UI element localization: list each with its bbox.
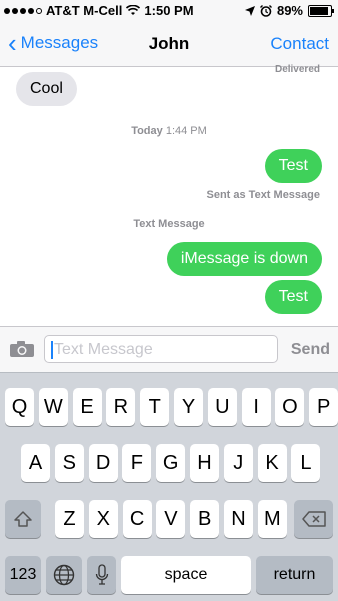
alarm-clock-icon <box>259 4 272 17</box>
key-g[interactable]: G <box>156 444 186 482</box>
message-input-bar: Text Message Send <box>0 326 338 373</box>
key-w[interactable]: W <box>38 388 68 426</box>
timestamp-time: 1:44 PM <box>165 125 207 137</box>
key-r[interactable]: R <box>106 388 136 426</box>
return-key[interactable]: return <box>256 556 333 594</box>
shift-arrow-icon <box>14 511 32 527</box>
numbers-key[interactable]: 123 <box>5 556 41 594</box>
message-text-field[interactable]: Text Message <box>44 335 278 363</box>
delivered-status: Delivered <box>274 64 320 75</box>
status-bar: AT&T M-Cell 1:50 PM 89% <box>0 0 338 22</box>
key-j[interactable]: J <box>223 444 253 482</box>
contact-button[interactable]: Contact <box>270 34 329 54</box>
outgoing-message-bubble[interactable]: Test <box>264 149 322 183</box>
dictation-key[interactable] <box>87 556 116 594</box>
key-x[interactable]: X <box>88 500 118 538</box>
camera-icon[interactable] <box>9 340 35 358</box>
text-cursor <box>51 340 53 359</box>
key-d[interactable]: D <box>88 444 118 482</box>
message-placeholder: Text Message <box>54 341 153 358</box>
battery-percentage: 89% <box>276 3 303 18</box>
key-a[interactable]: A <box>21 444 50 482</box>
key-o[interactable]: O <box>275 388 305 426</box>
key-p[interactable]: P <box>309 388 338 426</box>
key-m[interactable]: M <box>257 500 287 538</box>
key-e[interactable]: E <box>72 388 102 426</box>
timestamp: Today 1:44 PM <box>0 125 338 137</box>
outgoing-message-bubble[interactable]: iMessage is down <box>166 242 322 276</box>
outgoing-message-bubble[interactable]: Test <box>264 280 322 314</box>
space-key[interactable]: space <box>121 556 251 594</box>
key-f[interactable]: F <box>122 444 152 482</box>
timestamp-day: Today <box>131 125 163 137</box>
backspace-key[interactable] <box>294 500 333 538</box>
microphone-icon <box>95 564 108 585</box>
text-message-label: Text Message <box>133 218 205 230</box>
globe-icon <box>53 564 75 586</box>
sent-as-text-status: Sent as Text Message <box>206 189 320 201</box>
key-i[interactable]: I <box>241 388 271 426</box>
key-v[interactable]: V <box>156 500 186 538</box>
key-t[interactable]: T <box>140 388 170 426</box>
key-h[interactable]: H <box>190 444 219 482</box>
key-z[interactable]: Z <box>55 500 84 538</box>
battery-icon <box>308 4 334 17</box>
key-s[interactable]: S <box>54 444 84 482</box>
key-k[interactable]: K <box>257 444 287 482</box>
key-l[interactable]: L <box>291 444 321 482</box>
globe-key[interactable] <box>46 556 82 594</box>
keyboard: QWERTYUIOP ASDFGHJKL ZXCVBNM 123 space r… <box>0 372 338 601</box>
navigation-bar: ‹ Messages John Contact <box>0 22 338 67</box>
key-b[interactable]: B <box>190 500 220 538</box>
key-q[interactable]: Q <box>5 388 34 426</box>
location-arrow-icon <box>244 5 255 16</box>
key-u[interactable]: U <box>207 388 237 426</box>
key-n[interactable]: N <box>224 500 253 538</box>
key-y[interactable]: Y <box>174 388 203 426</box>
backspace-icon <box>301 511 326 527</box>
key-c[interactable]: C <box>122 500 152 538</box>
status-right: 89% <box>244 3 334 18</box>
message-thread[interactable]: Delivered Cool Today 1:44 PM Test Sent a… <box>0 64 338 325</box>
send-button[interactable]: Send <box>291 341 330 359</box>
incoming-message-bubble[interactable]: Cool <box>16 72 77 106</box>
shift-key[interactable] <box>5 500 41 538</box>
